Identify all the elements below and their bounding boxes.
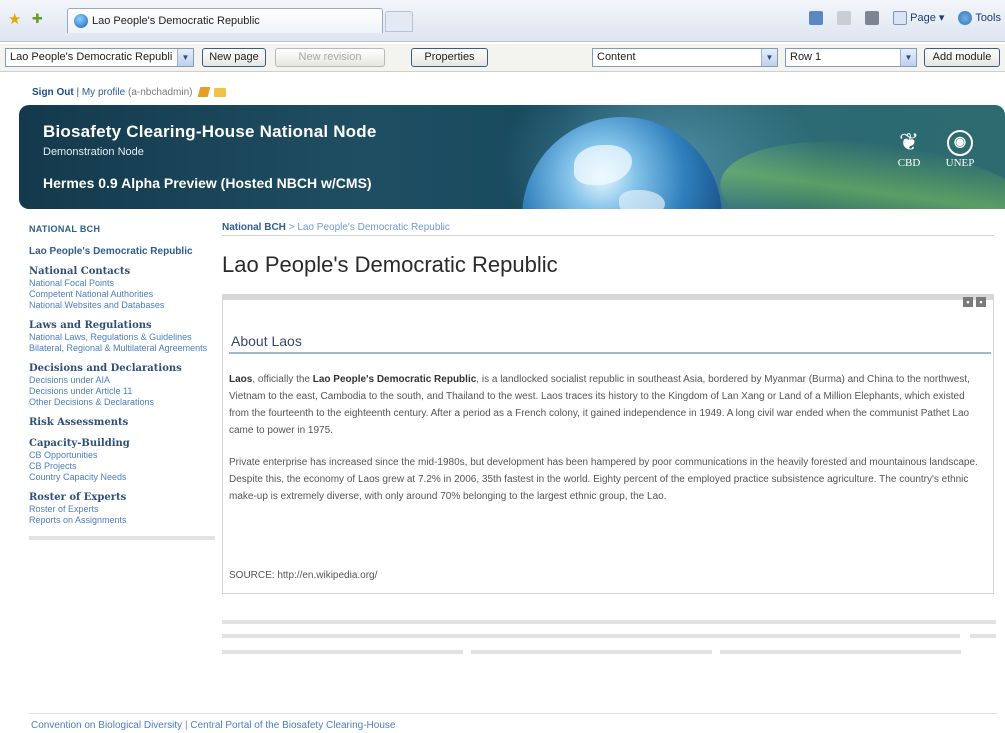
nav-country-link[interactable]: Lao People's Democratic Republic xyxy=(29,246,219,257)
nav-link[interactable]: Reports on Assignments xyxy=(29,515,219,526)
username-label: (a-nbchadmin) xyxy=(127,87,193,98)
placeholder-bar xyxy=(720,650,961,654)
new-revision-button[interactable]: New revision xyxy=(275,48,385,67)
nav-section-national-contacts: National Contacts National Focal Points … xyxy=(29,266,219,311)
user-bar: Sign Out | My profile (a-nbchadmin) xyxy=(32,87,227,98)
placeholder-bar xyxy=(222,650,463,654)
chevron-down-icon: ▼ xyxy=(177,49,193,66)
module-header-bar xyxy=(222,294,994,300)
row-select[interactable]: Row 1 ▼ xyxy=(785,48,917,67)
nav-link[interactable]: National Websites and Databases xyxy=(29,300,219,311)
site-banner: Biosafety Clearing-House National Node D… xyxy=(19,105,1005,209)
site-favicon-icon xyxy=(74,14,88,28)
new-page-button[interactable]: New page xyxy=(202,48,266,67)
nav-section-roster: Roster of Experts Roster of Experts Repo… xyxy=(29,492,219,526)
module-close-icon[interactable]: ▪ xyxy=(976,297,986,307)
add-favorites-icon[interactable]: ✚ xyxy=(32,11,43,27)
unep-emblem-icon: ◉ xyxy=(947,130,973,156)
nav-link[interactable]: CB Projects xyxy=(29,461,219,472)
nav-link[interactable]: Other Decisions & Declarations xyxy=(29,397,219,408)
footer-divider xyxy=(29,713,997,714)
banner-edition: Hermes 0.9 Alpha Preview (Hosted NBCH w/… xyxy=(43,175,372,191)
nav-heading[interactable]: Capacity-Building xyxy=(29,438,219,450)
footer-link-cbd[interactable]: Convention on Biological Diversity xyxy=(31,720,182,731)
add-module-button[interactable]: Add module xyxy=(924,48,1000,67)
banner-title: Biosafety Clearing-House National Node xyxy=(43,122,377,141)
nav-link[interactable]: Bilateral, Regional & Multilateral Agree… xyxy=(29,343,219,354)
module-title-divider xyxy=(229,352,991,354)
edit-icon[interactable] xyxy=(197,87,211,98)
placeholder-bar xyxy=(222,634,960,638)
nav-link[interactable]: Decisions under AIA xyxy=(29,375,219,386)
cbd-leaf-icon: ❦ xyxy=(898,130,920,156)
breadcrumb-root-link[interactable]: National BCH xyxy=(222,222,286,233)
nav-heading[interactable]: Risk Assessments xyxy=(29,417,219,429)
feeds-icon[interactable] xyxy=(837,11,852,26)
module-edit-icon[interactable]: ▪ xyxy=(963,297,973,307)
module-title: About Laos xyxy=(231,333,302,349)
module-body: Laos, officially the Lao People's Democr… xyxy=(229,371,987,520)
favorites-star-icon[interactable]: ★ xyxy=(8,10,21,28)
properties-button[interactable]: Properties xyxy=(411,48,488,67)
cbd-logo[interactable]: ❦ CBD xyxy=(889,129,929,169)
nav-heading[interactable]: Laws and Regulations xyxy=(29,320,219,332)
new-tab-button[interactable] xyxy=(385,11,413,32)
left-navigation: NATIONAL BCH Lao People's Democratic Rep… xyxy=(29,224,219,540)
nav-link[interactable]: Roster of Experts xyxy=(29,504,219,515)
nav-heading[interactable]: Decisions and Declarations xyxy=(29,363,219,375)
source-citation: SOURCE: http://en.wikipedia.org/ xyxy=(229,570,378,581)
tools-menu[interactable]: Tools xyxy=(958,11,1001,26)
browser-toolbar: ★ ✚ Lao People's Democratic Republic Pag… xyxy=(0,0,1005,42)
nav-section-risk: Risk Assessments xyxy=(29,417,219,429)
my-profile-link[interactable]: My profile xyxy=(82,87,125,98)
content-select[interactable]: Content ▼ xyxy=(592,48,778,67)
placeholder-bar xyxy=(970,634,996,638)
nav-section-decisions: Decisions and Declarations Decisions und… xyxy=(29,363,219,408)
breadcrumb-current-link[interactable]: Lao People's Democratic Republic xyxy=(297,222,450,233)
nav-link[interactable]: Competent National Authorities xyxy=(29,289,219,300)
nav-link[interactable]: National Focal Points xyxy=(29,278,219,289)
footer: Convention on Biological Diversity | Cen… xyxy=(31,720,396,731)
cms-toolbar: Lao People's Democratic Republi ▼ New pa… xyxy=(0,44,1005,72)
placeholder-bar xyxy=(222,620,996,624)
home-icon[interactable] xyxy=(809,11,824,26)
folder-icon[interactable] xyxy=(214,87,227,97)
nav-link[interactable]: Decisions under Article 11 xyxy=(29,386,219,397)
module-paragraph: Private enterprise has increased since t… xyxy=(229,457,978,502)
browser-tab-title: Lao People's Democratic Republic xyxy=(92,15,260,27)
unep-logo[interactable]: ◉ UNEP xyxy=(937,129,983,169)
nav-section-capacity: Capacity-Building CB Opportunities CB Pr… xyxy=(29,438,219,483)
chevron-down-icon: ▼ xyxy=(900,49,916,66)
breadcrumb-divider xyxy=(222,235,994,236)
placeholder-bar xyxy=(471,650,712,654)
nav-divider xyxy=(29,536,215,540)
banner-subtitle: Demonstration Node xyxy=(43,146,144,158)
breadcrumb: National BCH > Lao People's Democratic R… xyxy=(222,222,450,233)
nav-link[interactable]: Country Capacity Needs xyxy=(29,472,219,483)
tools-icon xyxy=(958,11,973,26)
chevron-down-icon: ▼ xyxy=(761,49,777,66)
nav-heading[interactable]: National Contacts xyxy=(29,266,219,278)
page-select[interactable]: Lao People's Democratic Republi ▼ xyxy=(5,48,194,67)
footer-link-bch-portal[interactable]: Central Portal of the Biosafety Clearing… xyxy=(190,720,395,731)
page-icon xyxy=(893,11,908,26)
module-paragraph: Laos, officially the Lao People's Democr… xyxy=(229,374,970,436)
nav-root-link[interactable]: NATIONAL BCH xyxy=(29,224,219,234)
nav-link[interactable]: CB Opportunities xyxy=(29,450,219,461)
page-title: Lao People's Democratic Republic xyxy=(222,252,558,277)
browser-tab[interactable]: Lao People's Democratic Republic xyxy=(67,8,383,33)
nav-link[interactable]: National Laws, Regulations & Guidelines xyxy=(29,332,219,343)
page-menu[interactable]: Page ▾ xyxy=(893,11,944,26)
nav-section-laws: Laws and Regulations National Laws, Regu… xyxy=(29,320,219,354)
sign-out-link[interactable]: Sign Out xyxy=(32,87,74,98)
nav-heading[interactable]: Roster of Experts xyxy=(29,492,219,504)
content-module: ▪ ▪ About Laos Laos, officially the Lao … xyxy=(222,294,994,594)
print-icon[interactable] xyxy=(865,11,880,26)
browser-command-bar: Page ▾ Tools xyxy=(809,11,1001,26)
